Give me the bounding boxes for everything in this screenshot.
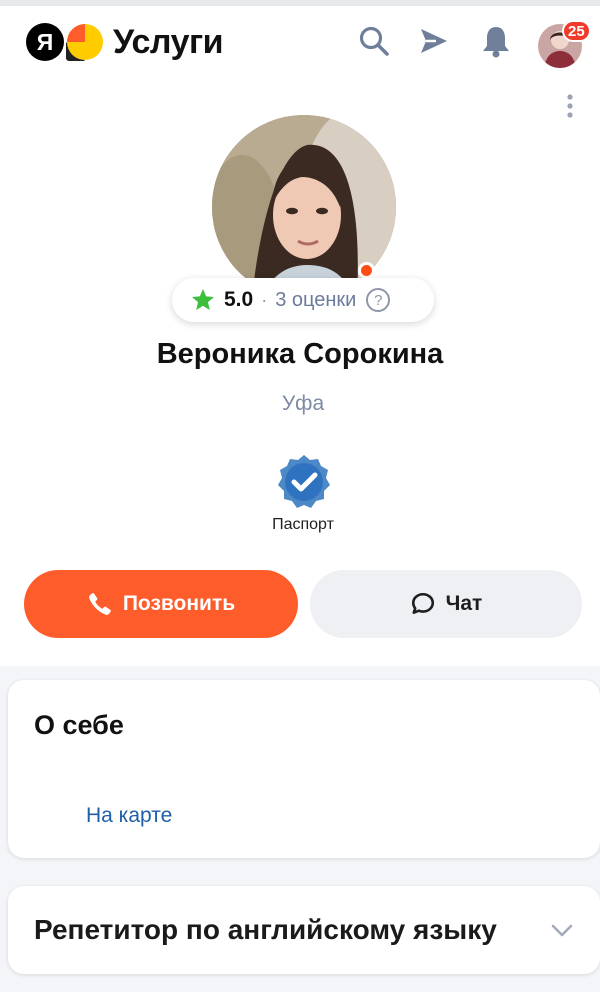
send-icon: [421, 29, 447, 53]
call-button[interactable]: Позвонить: [24, 570, 298, 638]
ya-logo-icon: Я: [26, 23, 64, 61]
chevron-down-icon[interactable]: [548, 916, 576, 944]
app-title: Услуги: [113, 22, 224, 61]
service-title: Репетитор по английскому языку: [34, 914, 497, 945]
chat-bubble-icon: [411, 592, 434, 614]
search-icon: [359, 26, 389, 56]
chat-button-label: Чат: [445, 592, 483, 615]
chat-button[interactable]: Чат: [310, 570, 582, 638]
app-header: Я Услуги 25: [0, 6, 600, 82]
star-icon: [191, 288, 215, 310]
rating-value: 5.0: [224, 288, 254, 311]
profile-section: 5.0 · 3 оценки ? Вероника Сорокина Уфа П…: [0, 82, 600, 666]
about-title: О себе: [34, 710, 124, 740]
help-icon[interactable]: ?: [366, 288, 391, 312]
more-options-icon[interactable]: [562, 92, 578, 122]
verified-badge-icon[interactable]: [274, 452, 334, 512]
call-button-label: Позвонить: [122, 592, 236, 615]
bell-icon: [483, 27, 509, 58]
online-indicator: [358, 262, 375, 279]
about-card: О себе На карте: [8, 680, 600, 858]
ratings-count: 3 оценки: [275, 288, 357, 311]
rating-pill[interactable]: 5.0 · 3 оценки ?: [172, 278, 434, 322]
yandex-services-logo[interactable]: Я Услуги: [26, 22, 224, 62]
notifications-button[interactable]: [479, 24, 513, 58]
notifications-badge: 25: [562, 20, 591, 42]
verification-label: Паспорт: [272, 516, 334, 533]
on-map-link[interactable]: На карте: [86, 804, 172, 828]
search-button[interactable]: [357, 24, 391, 58]
profile-name: Вероника Сорокина: [156, 338, 444, 370]
phone-icon: [88, 593, 111, 615]
separator-dot: ·: [261, 289, 268, 310]
service-card[interactable]: Репетитор по английскому языку: [8, 886, 600, 974]
send-button[interactable]: [417, 24, 451, 58]
services-ball-icon: [66, 24, 103, 61]
profile-city: Уфа: [281, 392, 325, 415]
